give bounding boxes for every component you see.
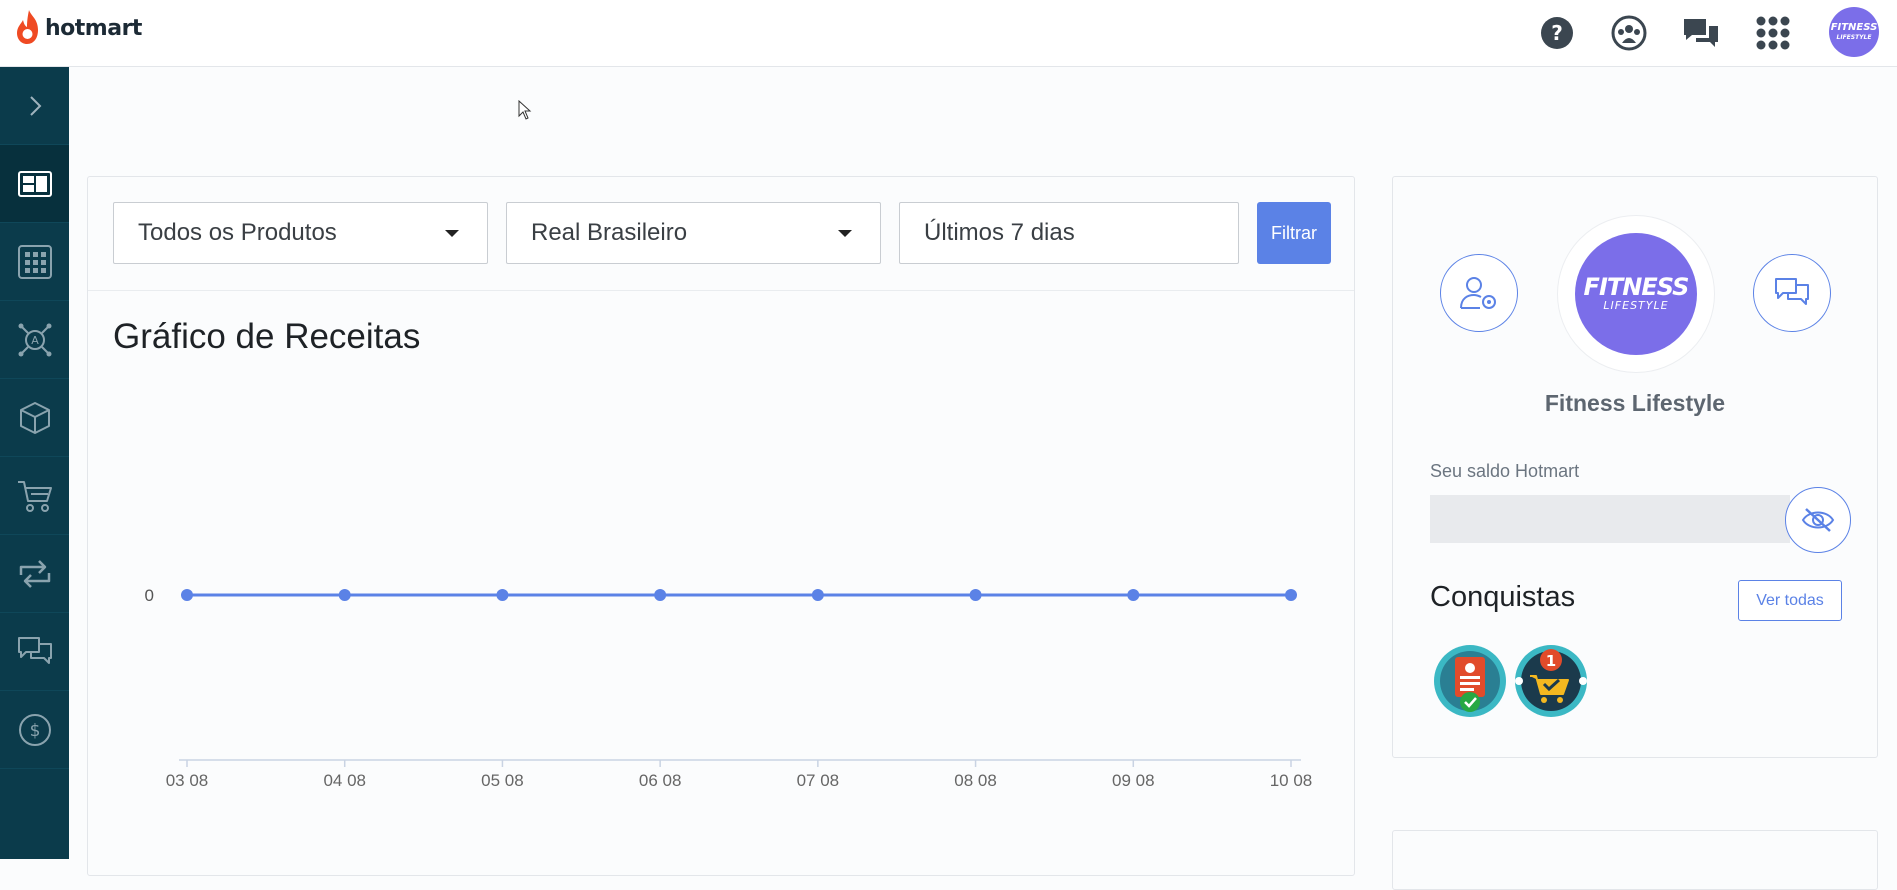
affiliate-network-icon: A xyxy=(18,323,51,356)
x-axis-labels: 03 08 04 08 05 08 06 08 07 08 08 08 09 08 10 08 xyxy=(166,771,1313,790)
profile-avatar[interactable]: FITNESS LIFESTYLE xyxy=(1557,215,1715,373)
product-box-icon xyxy=(19,401,50,434)
revenue-line-chart: 03 08 04 08 05 08 06 08 07 08 08 08 09 08 10 08… xyxy=(145,586,1313,790)
svg-text:1: 1 xyxy=(1546,652,1556,670)
help-icon[interactable]: ? xyxy=(1537,13,1577,53)
data-point[interactable] xyxy=(811,589,824,601)
see-all-achievements-button[interactable]: Ver todas xyxy=(1738,580,1842,621)
apps-grid-icon[interactable] xyxy=(1753,13,1793,53)
profile-avatar-image: FITNESS LIFESTYLE xyxy=(1575,233,1697,355)
recurrence-icon xyxy=(19,559,50,588)
profile-name: Fitness Lifestyle xyxy=(1544,390,1726,416)
balance-hidden-value xyxy=(1430,495,1790,543)
sidebar-item-messages[interactable] xyxy=(0,613,69,691)
data-point[interactable] xyxy=(496,589,509,601)
eye-slash-icon xyxy=(1801,508,1835,532)
cart-icon xyxy=(17,480,52,512)
mouse-cursor-icon xyxy=(518,100,532,120)
profile-card: FITNESS LIFESTYLE Fitness Lifestyle Seu … xyxy=(1392,176,1878,758)
x-tick-label: 09 08 xyxy=(1112,771,1155,790)
x-axis-ticks xyxy=(186,760,1292,767)
avatar-text-main: FITNESS xyxy=(1583,273,1690,301)
x-tick-label: 10 08 xyxy=(1270,771,1313,790)
revenue-card: Todos os Produtos Real Brasileiro Último… xyxy=(87,176,1355,876)
messages-button[interactable] xyxy=(1753,254,1831,332)
profile-complete-badge-icon[interactable] xyxy=(1433,644,1507,718)
sidebar-item-sales[interactable] xyxy=(0,457,69,535)
x-tick-label: 08 08 xyxy=(954,771,997,790)
sidebar-item-products[interactable] xyxy=(0,379,69,457)
svg-text:A: A xyxy=(31,334,39,347)
data-point[interactable] xyxy=(338,589,351,601)
finance-icon: $ xyxy=(18,713,51,746)
hotmart-logo[interactable]: hotmart xyxy=(14,8,142,48)
sidebar-item-dashboard[interactable] xyxy=(0,145,69,223)
data-point[interactable] xyxy=(969,589,982,601)
user-settings-icon xyxy=(1460,277,1496,309)
data-point[interactable] xyxy=(654,589,667,601)
chevron-right-icon xyxy=(29,95,41,116)
brand-name: hotmart xyxy=(45,15,142,41)
x-tick-label: 04 08 xyxy=(323,771,366,790)
y-axis-labels: 0 xyxy=(145,586,154,605)
toggle-balance-visibility-button[interactable] xyxy=(1785,487,1851,553)
flame-icon xyxy=(17,10,38,44)
dashboard-icon xyxy=(17,170,52,197)
avatar-logo-text: FITNESS LIFESTYLE xyxy=(1830,21,1878,41)
sidebar-expand[interactable] xyxy=(0,67,69,145)
sidebar-item-recurrence[interactable] xyxy=(0,535,69,613)
x-tick-label: 05 08 xyxy=(481,771,524,790)
x-tick-label: 07 08 xyxy=(797,771,840,790)
x-tick-label: 06 08 xyxy=(639,771,682,790)
y-tick-label: 0 xyxy=(145,586,154,605)
svg-text:?: ? xyxy=(1551,21,1563,45)
achievements-title: Conquistas xyxy=(1430,581,1576,613)
user-avatar[interactable]: FITNESS LIFESTYLE xyxy=(1829,7,1879,57)
avatar-text-sub: LIFESTYLE xyxy=(1603,299,1669,312)
chat-bubbles-icon xyxy=(1775,278,1809,305)
data-point[interactable] xyxy=(181,589,193,601)
svg-text:$: $ xyxy=(29,721,40,741)
sidebar-item-apps[interactable] xyxy=(0,223,69,301)
messages-icon xyxy=(17,636,52,664)
top-bar: hotmart ? FITNESS LIFESTYLE xyxy=(0,0,1897,67)
chat-icon[interactable] xyxy=(1681,13,1721,53)
sidebar: A $ xyxy=(0,67,69,859)
account-settings-button[interactable] xyxy=(1440,254,1518,332)
first-sale-badge-icon[interactable]: 1 xyxy=(1514,644,1588,718)
x-tick-label: 03 08 xyxy=(166,771,209,790)
secondary-card xyxy=(1392,830,1878,890)
data-point[interactable] xyxy=(1285,589,1297,601)
apps-icon xyxy=(17,244,52,279)
sidebar-item-finance[interactable]: $ xyxy=(0,691,69,769)
data-point[interactable] xyxy=(1127,589,1140,601)
balance-label: Seu saldo Hotmart xyxy=(1430,461,1580,481)
sidebar-item-affiliates[interactable]: A xyxy=(0,301,69,379)
sidebar-footer xyxy=(0,769,69,859)
community-icon[interactable] xyxy=(1609,13,1649,53)
